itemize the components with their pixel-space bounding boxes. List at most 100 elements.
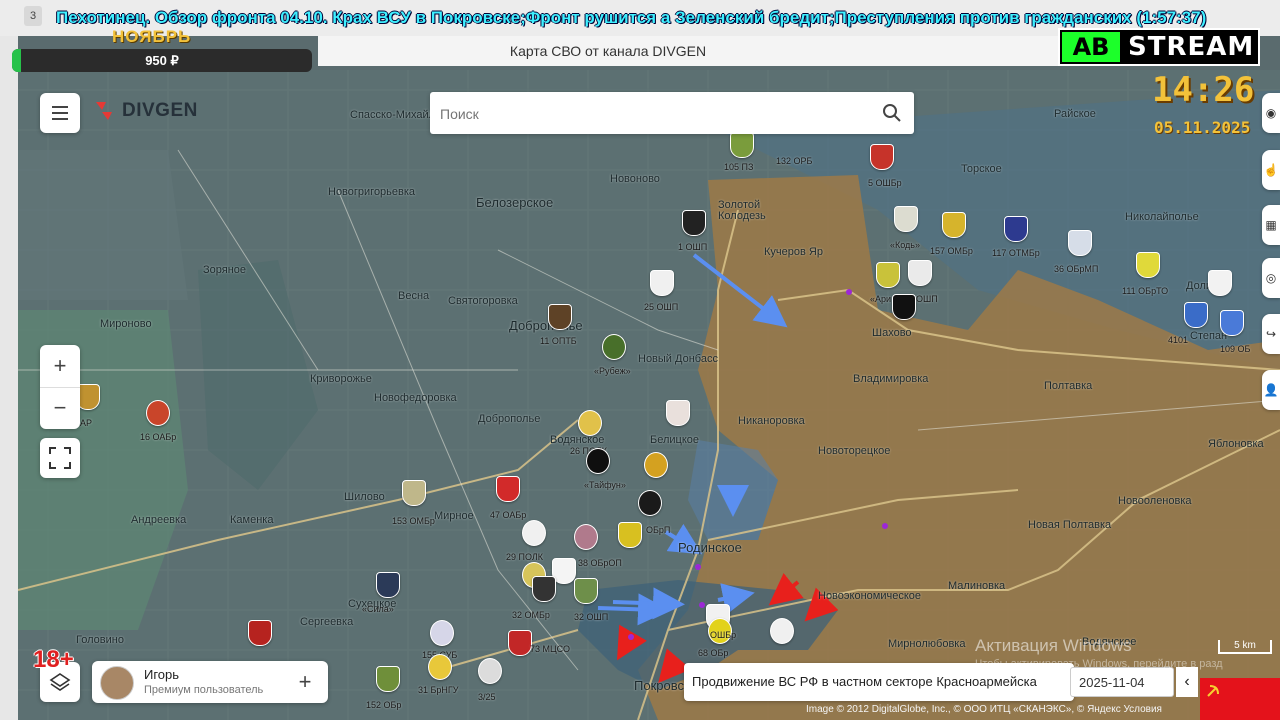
unit-emblem[interactable] [496,476,520,502]
activation-watermark: Активация Windows [975,636,1132,655]
unit-emblem[interactable] [682,210,706,236]
map-terrain [18,70,1280,720]
unit-emblem[interactable] [574,578,598,604]
place-label: Криворожье [310,373,372,385]
side-button-user[interactable]: 👤 [1262,370,1280,410]
unit-label: 36 ОБрМП [1054,264,1099,274]
search-input[interactable] [438,92,872,136]
unit-emblem[interactable] [618,522,642,548]
unit-label: 109 ОБ [1220,344,1251,354]
unit-emblem[interactable] [532,576,556,602]
logo-text: STREAM [1128,32,1255,62]
user-role: Премиум пользователь [144,684,264,696]
place-label: Золотой Колодезь [718,199,766,222]
place-label: Новоторецкое [818,445,891,457]
unit-emblem[interactable] [650,270,674,296]
unit-emblem[interactable] [574,524,598,550]
unit-emblem[interactable] [1184,302,1208,328]
place-label: Шахово [872,327,912,339]
unit-emblem[interactable] [428,654,452,680]
unit-label: 5 ОШБр [868,178,902,188]
unit-label: АР [80,418,93,428]
zoom-in-button[interactable]: + [40,345,80,388]
unit-emblem[interactable] [1220,310,1244,336]
add-button[interactable]: + [292,667,318,697]
unit-label: 11 ОПТБ [540,336,577,346]
user-card[interactable]: Игорь Премиум пользователь + [92,661,328,703]
side-button-list[interactable]: ▦ [1262,205,1280,245]
donation-month: НОЯБРЬ [112,27,192,46]
unit-emblem[interactable] [666,400,690,426]
avatar[interactable] [100,666,134,700]
unit-emblem[interactable] [1004,216,1028,242]
unit-emblem[interactable] [638,490,662,516]
unit-label: 153 ОМБр [392,516,435,526]
unit-emblem[interactable] [478,658,502,684]
unit-emblem[interactable] [586,448,610,474]
unit-emblem[interactable] [248,620,272,646]
side-button-share[interactable]: ↪ [1262,314,1280,354]
place-label: Новофедоровка [374,392,457,404]
unit-label: «Ари [870,294,892,304]
map-canvas[interactable]: Спасско-Михайловка Белозерское Новогриго… [18,70,1280,720]
prev-date-button[interactable]: ‹ [1176,667,1198,697]
unit-emblem[interactable] [1208,270,1232,296]
search-icon[interactable] [882,103,902,123]
age-rating: 18+ [33,646,74,673]
unit-emblem[interactable] [402,480,426,506]
zoom-out-button[interactable]: − [40,387,80,429]
menu-button[interactable] [40,93,80,133]
search-box[interactable] [430,92,914,136]
unit-label: ОБрП [646,525,671,535]
place-label: Сергеевка [300,616,354,628]
date-field[interactable]: 2025-11-04 [1070,667,1174,697]
unit-emblem[interactable] [894,206,918,232]
place-label: Доброполье [478,413,541,425]
unit-label: 152 ОБр [366,700,402,710]
unit-emblem[interactable] [548,304,572,330]
hamburger-icon [52,106,68,120]
page-title: Карта СВО от канала DIVGEN [509,43,707,59]
fullscreen-button[interactable] [40,438,80,478]
unit-label: 31 БрНГУ [418,685,459,695]
place-label: Родинское [678,540,742,555]
unit-emblem[interactable] [522,520,546,546]
unit-label: «Сила» [362,604,394,614]
unit-emblem[interactable] [146,400,170,426]
unit-label: 3/25 [478,692,496,702]
stream-date: 05.11.2025 [1154,118,1251,137]
unit-emblem[interactable] [644,452,668,478]
unit-emblem[interactable] [578,410,602,436]
flag-icon [1200,678,1280,720]
unit-emblem[interactable] [1068,230,1092,256]
unit-label: 16 ОАБр [140,432,177,442]
place-label: Владимировка [853,373,929,385]
unit-emblem[interactable] [892,294,916,320]
window-header: Карта СВО от канала DIVGEN [318,36,1058,66]
side-button-info[interactable]: ◉ [1262,93,1280,133]
unit-label: 38 ОБрОП [578,558,622,568]
side-button-target[interactable]: ◎ [1262,258,1280,298]
unit-label: 32 ОШП [574,612,609,622]
place-label: Полтавка [1044,380,1093,392]
tab-counter[interactable]: 3 [24,6,42,26]
place-label: Новоново [610,173,660,185]
unit-emblem[interactable] [870,144,894,170]
brand-name[interactable]: DIVGEN [122,100,198,122]
unit-emblem[interactable] [430,620,454,646]
unit-emblem[interactable] [376,666,400,692]
unit-emblem[interactable] [508,630,532,656]
unit-emblem[interactable] [942,212,966,238]
side-button-hand[interactable]: ☝ [1262,150,1280,190]
unit-emblem[interactable] [602,334,626,360]
place-label: Белозерское [476,195,554,210]
unit-emblem[interactable] [908,260,932,286]
unit-emblem[interactable] [770,618,794,644]
unit-emblem[interactable] [376,572,400,598]
place-label: Новый Донбасс [638,353,718,365]
donation-amount: 950 ₽ [145,53,179,68]
map-attribution: Image © 2012 DigitalGlobe, Inc., © ООО И… [806,704,1162,715]
unit-emblem[interactable] [1136,252,1160,278]
unit-emblem[interactable] [876,262,900,288]
hammer-sickle-icon [1207,685,1219,697]
